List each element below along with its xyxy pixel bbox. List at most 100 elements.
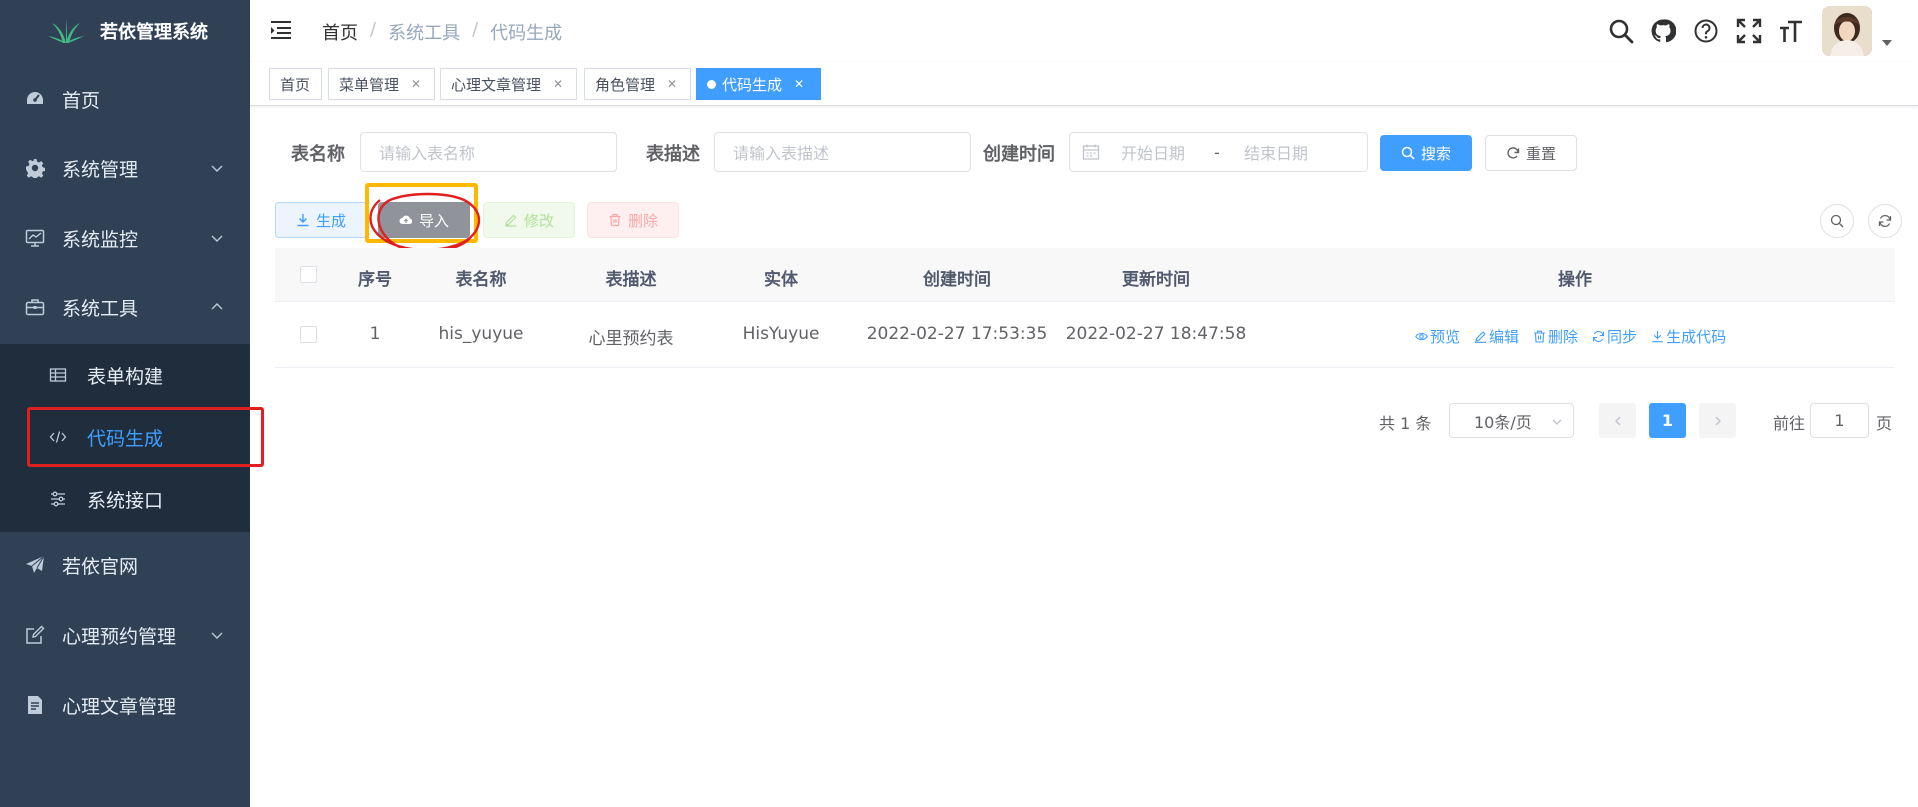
tag-role-management[interactable]: 角色管理 ✕ (584, 68, 691, 100)
edit-action[interactable]: 编辑 (1474, 326, 1519, 347)
code-icon (49, 428, 67, 446)
delete-button[interactable]: 删除 (587, 202, 679, 238)
generate-button-label: 生成 (315, 211, 346, 230)
hamburger-icon[interactable] (270, 20, 292, 40)
preview-label: 预览 (1430, 328, 1461, 346)
github-icon[interactable] (1650, 18, 1676, 44)
sidebar-subitem-code-generation[interactable]: 代码生成 (0, 406, 250, 468)
trash-icon (1534, 330, 1546, 343)
generate-code-label: 生成代码 (1666, 328, 1727, 346)
refresh-icon (1592, 330, 1605, 343)
table-desc-input[interactable]: 请输入表描述 (714, 132, 971, 172)
sidebar-item-home[interactable]: 首页 (0, 67, 250, 131)
table-desc-placeholder: 请输入表描述 (733, 144, 830, 163)
tag-article-management[interactable]: 心理文章管理 ✕ (440, 68, 577, 100)
select-all-checkbox[interactable] (300, 266, 317, 283)
sidebar-item-system-monitor[interactable]: 系统监控 (0, 206, 250, 270)
column-header-create-time: 创建时间 (923, 270, 991, 290)
cell-create-time: 2022-02-27 17:53:35 (866, 324, 1048, 344)
delete-button-label: 删除 (627, 211, 658, 230)
paper-plane-icon (25, 555, 45, 575)
table-header: 序号 表名称 表描述 实体 创建时间 更新时间 操作 (275, 248, 1895, 302)
sidebar-item-label: 系统工具 (62, 297, 139, 320)
cell-update-time: 2022-02-27 18:47:58 (1065, 324, 1247, 344)
pagination-page-suffix: 页 (1876, 414, 1893, 433)
breadcrumb-system-tools: 系统工具 (388, 23, 461, 44)
logo[interactable]: 若依管理系统 (0, 0, 250, 62)
sidebar-item-system-management[interactable]: 系统管理 (0, 136, 250, 200)
caret-down-icon[interactable] (1882, 40, 1892, 46)
avatar[interactable] (1822, 6, 1872, 56)
table-desc-label: 表描述 (646, 144, 700, 165)
sidebar-item-label: 若依官网 (62, 555, 139, 578)
reset-button[interactable]: 重置 (1485, 135, 1577, 171)
sidebar-item-label: 心理预约管理 (62, 625, 177, 648)
close-icon[interactable]: ✕ (667, 77, 677, 91)
search-icon (1401, 146, 1415, 160)
search-button[interactable]: 搜索 (1380, 135, 1472, 171)
start-date-placeholder[interactable]: 开始日期 (1121, 140, 1185, 164)
next-page-button[interactable] (1699, 403, 1736, 438)
sidebar-item-label: 首页 (62, 89, 101, 112)
import-button[interactable]: 导入 (378, 202, 470, 238)
cell-table-desc: 心里预约表 (588, 329, 674, 349)
monitor-icon (25, 228, 45, 248)
font-size-icon[interactable] (1778, 18, 1804, 44)
reset-button-label: 重置 (1525, 144, 1556, 163)
tag-code-generation[interactable]: 代码生成 ✕ (696, 68, 821, 100)
goto-page-input[interactable]: 1 (1810, 403, 1869, 438)
breadcrumb: 首页 / 系统工具 / 代码生成 (322, 19, 562, 45)
avatar-image (1822, 6, 1872, 56)
delete-action[interactable]: 删除 (1533, 326, 1578, 347)
sidebar-item-appointment-management[interactable]: 心理预约管理 (0, 603, 250, 667)
sidebar-item-article-management[interactable]: 心理文章管理 (0, 673, 250, 737)
toggle-search-button[interactable] (1820, 204, 1854, 238)
help-icon[interactable] (1693, 18, 1719, 44)
edit-button-label: 修改 (523, 211, 554, 230)
tag-label: 角色管理 (595, 75, 656, 94)
goto-page-value: 1 (1834, 411, 1845, 430)
cell-entity: HisYuyue (742, 324, 820, 344)
table-name-input[interactable]: 请输入表名称 (360, 132, 617, 172)
row-checkbox[interactable] (300, 326, 317, 343)
document-icon (25, 695, 45, 715)
sidebar-subitem-form-builder[interactable]: 表单构建 (0, 344, 250, 406)
toolbox-icon (25, 297, 45, 317)
breadcrumb-separator: / (472, 19, 479, 40)
edit-icon (1475, 331, 1487, 343)
table-name-placeholder: 请输入表名称 (379, 144, 476, 163)
generate-button[interactable]: 生成 (275, 202, 367, 238)
close-icon[interactable]: ✕ (794, 77, 804, 91)
edit-button[interactable]: 修改 (483, 202, 575, 238)
close-icon[interactable]: ✕ (553, 77, 563, 91)
search-icon (1830, 214, 1844, 228)
column-header-entity: 实体 (764, 270, 798, 290)
search-icon[interactable] (1608, 18, 1634, 44)
edit-label: 编辑 (1489, 328, 1520, 346)
import-button-label: 导入 (418, 211, 449, 230)
page-size-select[interactable]: 10条/页 (1449, 403, 1574, 438)
date-range-picker[interactable]: 开始日期 - 结束日期 (1069, 132, 1368, 172)
tag-menu-management[interactable]: 菜单管理 ✕ (328, 68, 435, 100)
breadcrumb-home[interactable]: 首页 (322, 19, 358, 45)
sidebar-item-system-tools[interactable]: 系统工具 (0, 275, 250, 339)
breadcrumb-current: 代码生成 (490, 23, 563, 44)
sidebar-subitem-system-api[interactable]: 系统接口 (0, 468, 250, 530)
sync-action[interactable]: 同步 (1592, 326, 1637, 347)
end-date-placeholder[interactable]: 结束日期 (1244, 140, 1308, 164)
close-icon[interactable]: ✕ (411, 77, 421, 91)
fullscreen-icon[interactable] (1736, 18, 1762, 44)
generate-code-action[interactable]: 生成代码 (1651, 326, 1726, 347)
sidebar-item-ruoyi-website[interactable]: 若依官网 (0, 533, 250, 597)
chevron-up-icon (211, 303, 223, 310)
edit-icon (505, 214, 517, 227)
preview-action[interactable]: 预览 (1415, 326, 1460, 347)
sync-label: 同步 (1607, 328, 1638, 346)
sidebar-subitem-label: 系统接口 (87, 489, 164, 512)
refresh-table-button[interactable] (1868, 204, 1902, 238)
delete-label: 删除 (1548, 328, 1579, 346)
page-number-current[interactable]: 1 (1649, 403, 1686, 438)
sidebar-subitem-label: 表单构建 (87, 365, 164, 388)
tag-home[interactable]: 首页 (269, 68, 322, 100)
prev-page-button[interactable] (1599, 403, 1636, 438)
